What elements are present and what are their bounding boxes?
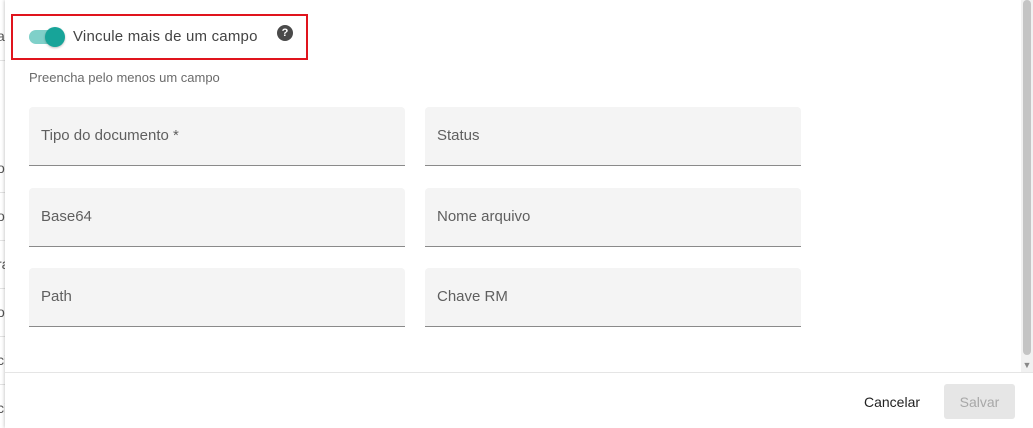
scroll-down-arrow-icon[interactable]: ▼ bbox=[1021, 358, 1033, 372]
document-type-field[interactable]: Tipo do documento * bbox=[29, 107, 405, 166]
toggle-thumb bbox=[45, 27, 65, 47]
save-button[interactable]: Salvar bbox=[944, 384, 1015, 419]
path-field[interactable]: Path bbox=[29, 268, 405, 327]
file-name-field[interactable]: Nome arquivo bbox=[425, 188, 801, 247]
link-multiple-fields-toggle[interactable] bbox=[29, 27, 65, 47]
base64-field[interactable]: Base64 bbox=[29, 188, 405, 247]
link-fields-dialog: Vincule mais de um campo ? Preencha pelo… bbox=[5, 0, 1033, 428]
vertical-scrollbar[interactable]: ▼ bbox=[1021, 0, 1033, 372]
fields-hint: Preencha pelo menos um campo bbox=[29, 70, 220, 85]
field-label: Base64 bbox=[41, 208, 92, 225]
scrollbar-thumb[interactable] bbox=[1023, 0, 1031, 355]
field-label: Tipo do documento * bbox=[41, 127, 179, 144]
field-label: Path bbox=[41, 288, 72, 305]
footer-divider bbox=[5, 372, 1033, 373]
field-label: Nome arquivo bbox=[437, 208, 531, 225]
help-icon[interactable]: ? bbox=[277, 25, 293, 41]
status-field[interactable]: Status bbox=[425, 107, 801, 166]
rm-key-field[interactable]: Chave RM bbox=[425, 268, 801, 327]
toggle-label: Vincule mais de um campo bbox=[73, 28, 258, 45]
field-label: Status bbox=[437, 127, 480, 144]
cancel-button[interactable]: Cancelar bbox=[853, 385, 931, 419]
field-label: Chave RM bbox=[437, 288, 508, 305]
